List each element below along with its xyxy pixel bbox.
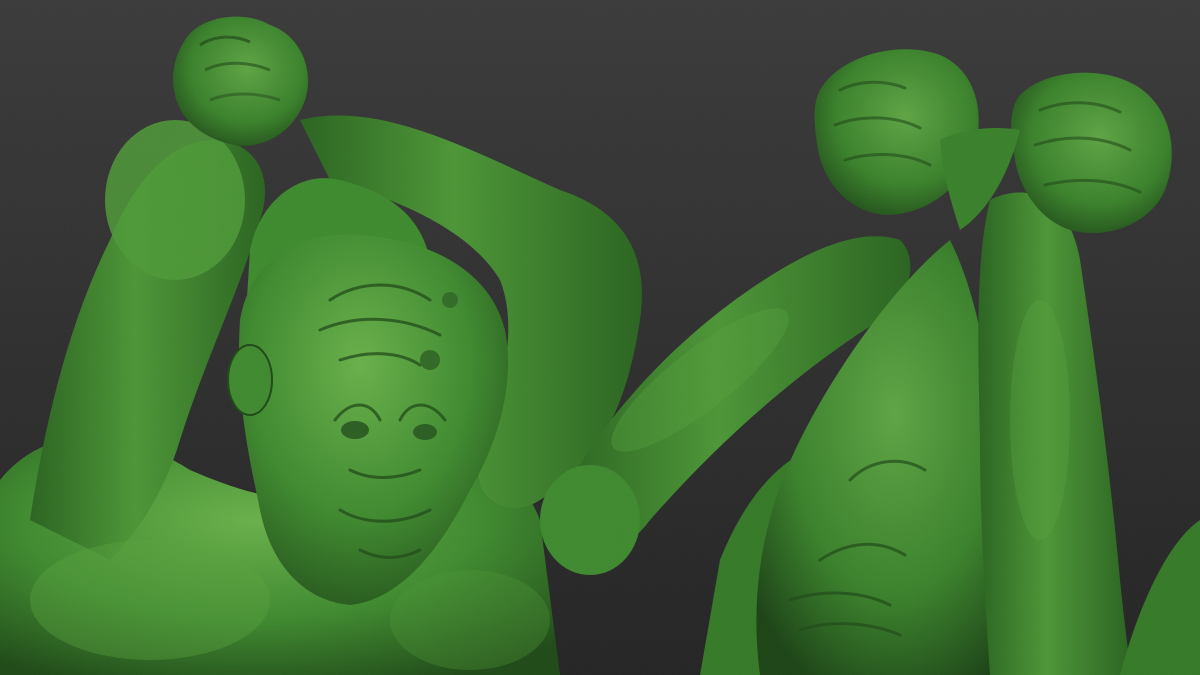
sculpt-render [0, 0, 1200, 675]
surface-grain [0, 0, 1200, 675]
sculpt-viewport[interactable] [0, 0, 1200, 675]
